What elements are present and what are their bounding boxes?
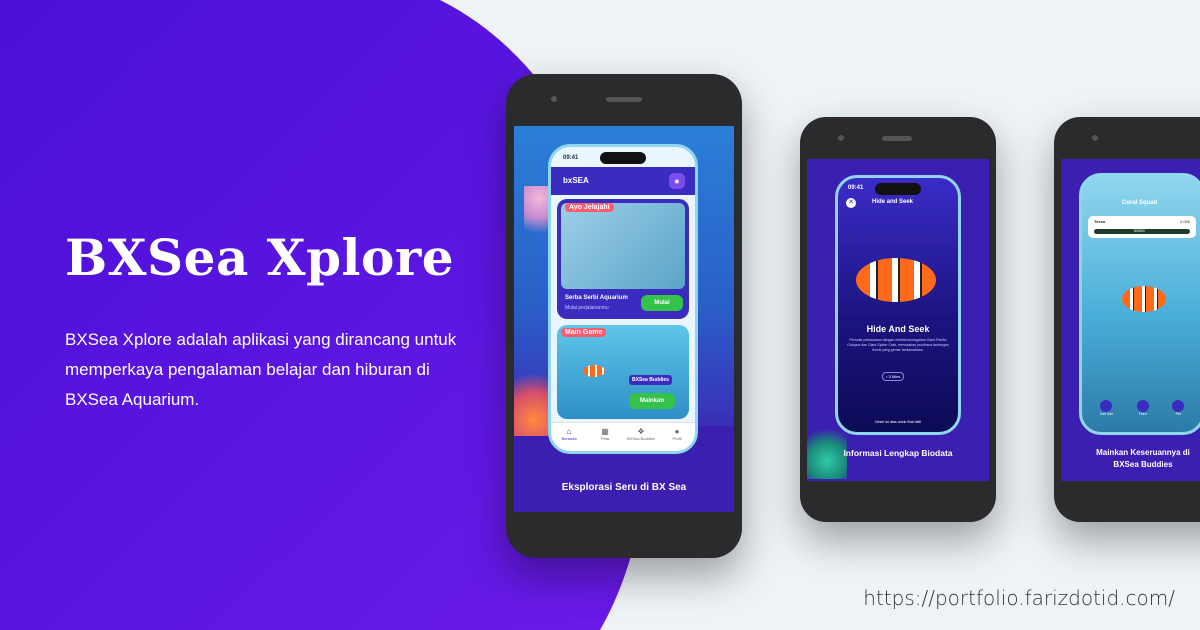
- hero-description: BXSea Xplore adalah aplikasi yang diranc…: [65, 330, 457, 409]
- hand-icon: [1172, 400, 1185, 412]
- game-card[interactable]: Main Game BXSea Buddies Mainkan: [557, 325, 689, 419]
- phone-mockup-biodata: 09:41 ✕ Hide and Seek Hide And Seek Pemu…: [800, 117, 996, 522]
- player-name: Teeso: [1094, 219, 1106, 224]
- buddies-title: Coral Squad: [1122, 200, 1158, 206]
- speaker-grille: [882, 136, 912, 141]
- nav-profile-label: Profil: [672, 436, 682, 441]
- action-pet[interactable]: Pet: [1172, 400, 1185, 424]
- clownfish-illustration: [1122, 286, 1166, 312]
- inner-app-screen: 09:41 bxSEA ● Ayo Jelajahi Serba Serbi A…: [548, 144, 698, 454]
- play-button-label: Mainkan: [639, 398, 664, 404]
- action-feed[interactable]: Feed: [1136, 400, 1149, 424]
- inner-buddies-screen: Coral Squad Teeso 2.000 80/500 Call Dan …: [1079, 173, 1200, 435]
- phone-screen: Coral Squad Teeso 2.000 80/500 Call Dan …: [1061, 159, 1200, 481]
- home-icon: ⌂: [566, 427, 572, 436]
- action-call-label: Call Dan: [1099, 412, 1114, 416]
- action-feed-label: Feed: [1138, 412, 1147, 416]
- status-time: 09:41: [848, 185, 864, 191]
- feed-icon: [1136, 400, 1149, 412]
- explore-card[interactable]: Ayo Jelajahi Serba Serbi Aquarium Mulai …: [557, 199, 689, 319]
- status-time: 09:41: [563, 155, 579, 161]
- fish-description: Pemular peluasahan dengan melihat kemega…: [847, 338, 949, 352]
- nav-buddies-label: BXSea Buddies: [626, 436, 656, 441]
- hero-title: BXSea Xplore: [65, 228, 455, 287]
- card-title: Serba Serbi Aquarium: [565, 295, 628, 301]
- app-logo: bxSEA: [563, 176, 589, 185]
- nav-profile[interactable]: ● Profil: [659, 423, 695, 451]
- clownfish-illustration: [856, 258, 936, 302]
- phone2-caption: Informasi Lengkap Biodata: [843, 448, 953, 458]
- fish-title: Hide And Seek: [866, 324, 930, 334]
- iphone-notch: [600, 152, 646, 164]
- notification-icon[interactable]: ●: [669, 173, 685, 189]
- map-icon: ▦: [601, 427, 609, 436]
- camera-icon: [1092, 135, 1098, 141]
- user-icon: ●: [674, 427, 680, 436]
- phone-screen: 09:41 ✕ Hide and Seek Hide And Seek Pemu…: [807, 159, 989, 481]
- map-preview: [561, 203, 685, 289]
- explore-tag: Ayo Jelajahi: [565, 203, 614, 212]
- buddies-label: BXSea Buddies: [629, 375, 672, 385]
- close-icon[interactable]: ✕: [846, 198, 856, 208]
- fish-icon: ❖: [637, 427, 645, 436]
- action-bar: Call Dan Feed Pet: [1088, 400, 1196, 424]
- swipe-hint: Geser ke atas untuk lihat detil: [874, 420, 922, 424]
- progress-bar: 80/500: [1094, 229, 1190, 234]
- action-pet-label: Pet: [1175, 412, 1181, 416]
- coin-count: 2.000: [1179, 219, 1190, 224]
- phone1-caption: Eksplorasi Seru di BX Sea: [561, 482, 687, 493]
- nav-home-label: Beranda: [561, 436, 577, 441]
- phone3-caption: Mainkan Keseruannya di BXSea Buddies: [1096, 448, 1190, 469]
- start-button[interactable]: Mulai: [641, 295, 683, 311]
- time-chip: • 3 Mins: [882, 372, 905, 381]
- portfolio-url[interactable]: https://portfolio.farizdotid.com/: [863, 586, 1175, 610]
- game-tag: Main Game: [561, 328, 607, 337]
- play-button[interactable]: Mainkan: [629, 393, 675, 409]
- nav-buddies[interactable]: ❖ BXSea Buddies: [623, 423, 659, 451]
- hero-section: BXSea Xplore BXSea Xplore adalah aplikas…: [65, 228, 485, 415]
- action-call[interactable]: Call Dan: [1100, 400, 1113, 424]
- clownfish-icon: [583, 365, 605, 377]
- progress-text: 80/500: [1134, 229, 1145, 233]
- nav-home[interactable]: ⌂ Beranda: [551, 423, 587, 451]
- inner-fish-screen: 09:41 ✕ Hide and Seek Hide And Seek Pemu…: [835, 175, 961, 435]
- nav-map-label: Peta: [600, 436, 610, 441]
- phone-mockup-buddies: Coral Squad Teeso 2.000 80/500 Call Dan …: [1054, 117, 1200, 522]
- phone-screen: 09:41 bxSEA ● Ayo Jelajahi Serba Serbi A…: [514, 126, 734, 512]
- card-subtitle: Mulai perjalananmu: [565, 305, 609, 311]
- bottom-nav: ⌂ Beranda ▦ Peta ❖ BXSea Buddies ● Profil: [551, 422, 695, 451]
- app-header: bxSEA ●: [551, 167, 695, 195]
- iphone-notch: [875, 183, 921, 195]
- screen-header: Hide and Seek: [872, 199, 914, 205]
- phone-mockup-home: 09:41 bxSEA ● Ayo Jelajahi Serba Serbi A…: [506, 74, 742, 558]
- camera-icon: [551, 96, 557, 102]
- camera-icon: [838, 135, 844, 141]
- nav-map[interactable]: ▦ Peta: [587, 423, 623, 451]
- buddies-header: Coral Squad: [1082, 196, 1200, 212]
- call-icon: [1100, 400, 1113, 412]
- start-button-label: Mulai: [654, 300, 670, 306]
- speaker-grille: [606, 97, 642, 102]
- player-card: Teeso 2.000 80/500: [1088, 216, 1196, 238]
